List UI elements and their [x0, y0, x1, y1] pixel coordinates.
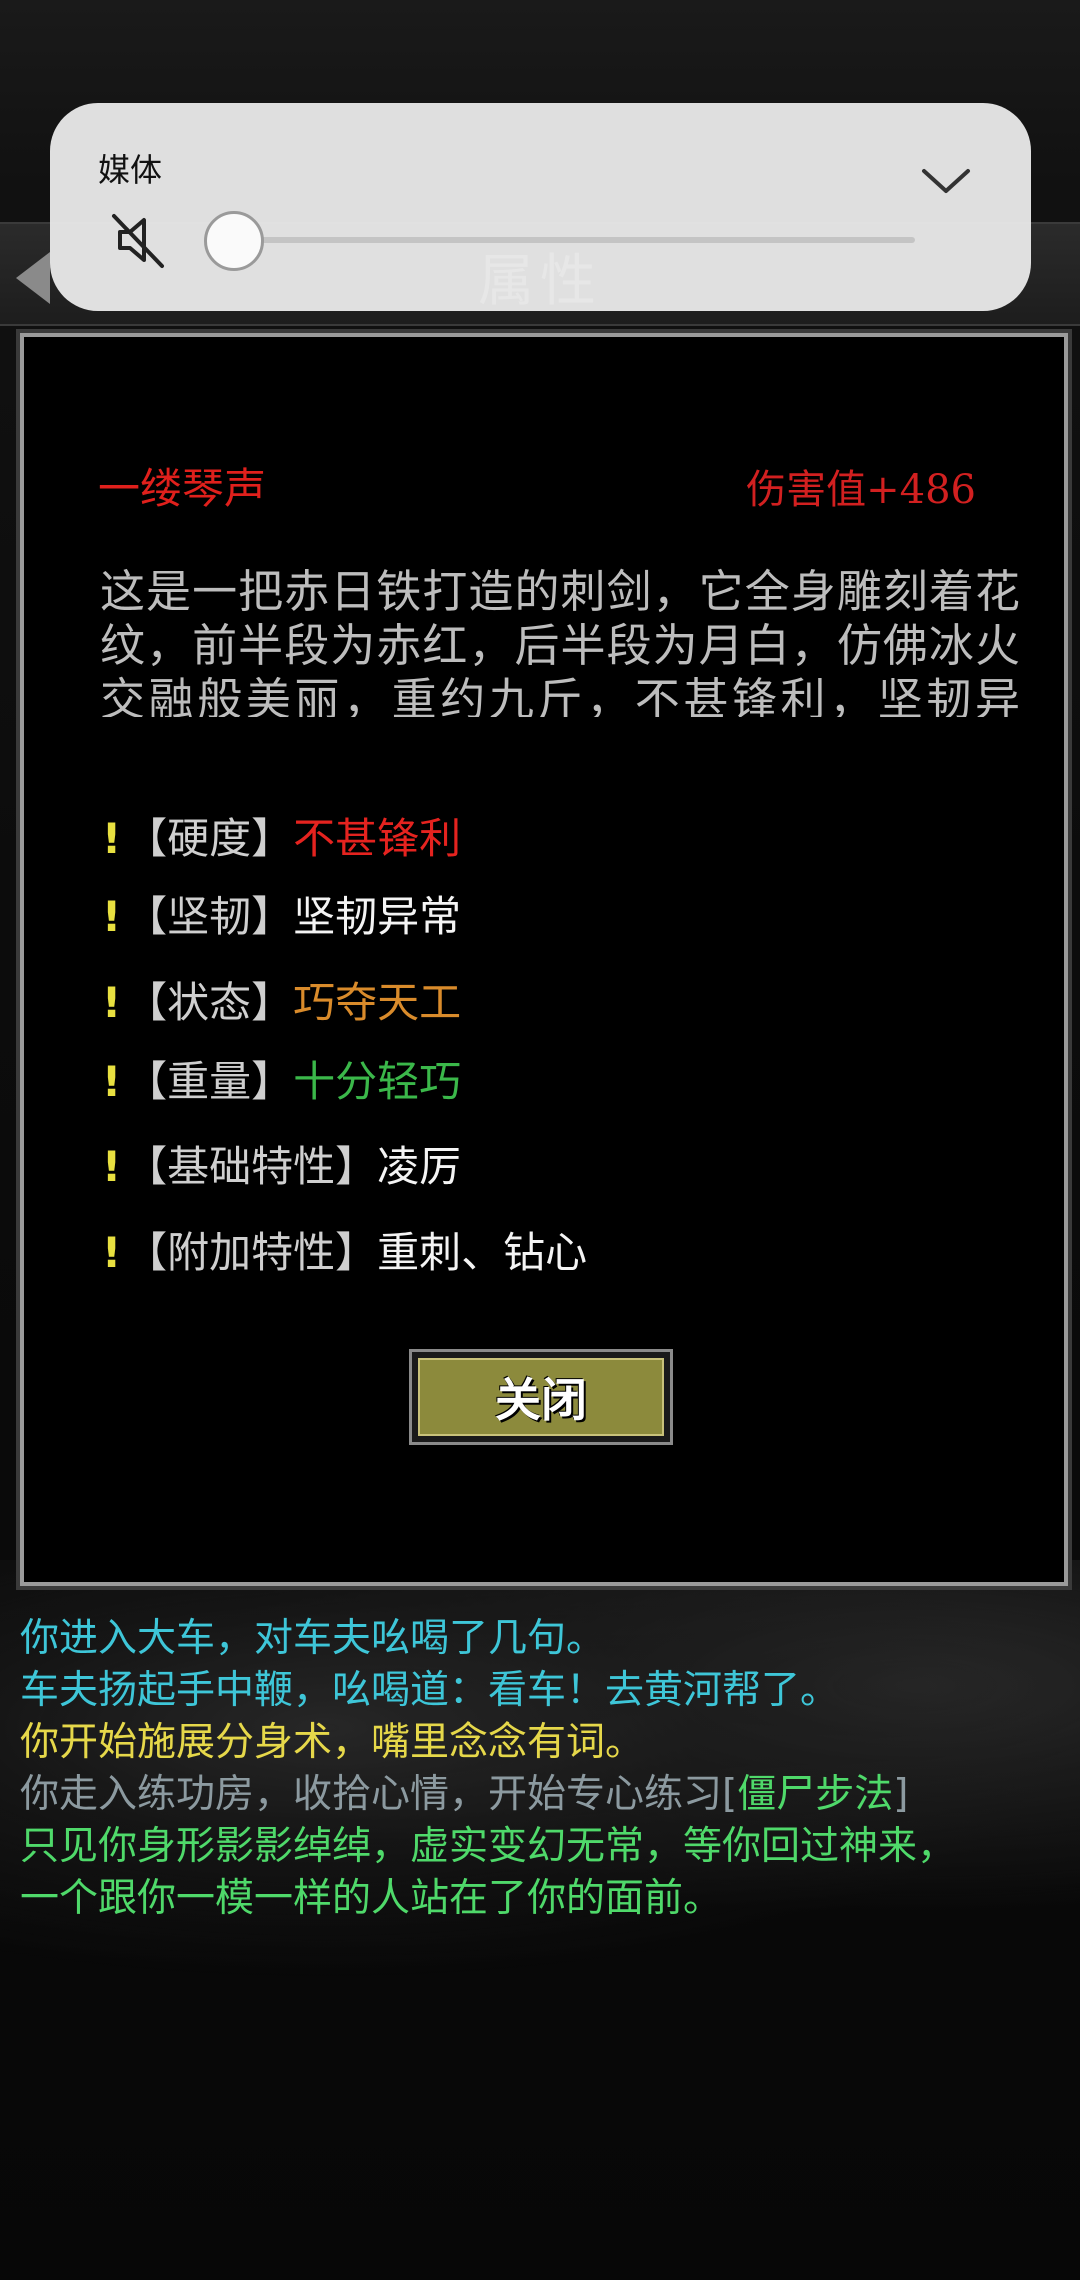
attribute-row: !【状态】巧夺天工: [102, 969, 461, 1029]
volume-slider-track[interactable]: [235, 237, 915, 243]
warning-mark-icon: !: [102, 1228, 122, 1277]
attribute-key: 【硬度】: [125, 814, 294, 863]
attribute-key: 【状态】: [125, 978, 294, 1027]
attribute-key: 【附加特性】: [125, 1228, 378, 1277]
skill-name: 僵尸步法: [737, 1772, 894, 1817]
item-detail-dialog: 一缕琴声 伤害值+486 这是一把赤日铁打造的刺剑，它全身雕刻着花纹，前半段为赤…: [16, 329, 1072, 1590]
item-description-box[interactable]: 这是一把赤日铁打造的刺剑，它全身雕刻着花纹，前半段为赤红，后半段为月白，仿佛冰火…: [100, 565, 1020, 717]
media-volume-panel: 媒体: [50, 103, 1031, 311]
attribute-value: 十分轻巧: [293, 1057, 462, 1106]
log-text: 你走入练功房，收拾心情，开始专心练习[: [20, 1772, 738, 1817]
attribute-value: 巧夺天工: [293, 978, 462, 1027]
attribute-key: 【坚韧】: [125, 892, 294, 941]
warning-mark-icon: !: [102, 978, 122, 1027]
log-line: 一个跟你一模一样的人站在了你的面前。: [20, 1876, 723, 1921]
attribute-row: !【坚韧】坚韧异常: [102, 883, 461, 943]
log-line: 只见你身形影影绰绰，虚实变幻无常，等你回过神来，: [20, 1824, 957, 1869]
volume-slider-thumb[interactable]: [204, 211, 264, 271]
close-button[interactable]: 关闭: [409, 1349, 673, 1445]
attribute-row: !【硬度】不甚锋利: [102, 805, 461, 865]
attribute-row: !【附加特性】重刺、钻心: [102, 1219, 587, 1279]
attribute-value: 重刺、钻心: [377, 1228, 588, 1277]
chevron-down-icon[interactable]: [918, 153, 974, 209]
warning-mark-icon: !: [102, 1142, 122, 1191]
item-damage: 伤害值+486: [746, 467, 976, 513]
attribute-value: 凌厉: [377, 1142, 462, 1191]
attribute-row: !【基础特性】凌厉: [102, 1133, 461, 1193]
mute-speaker-icon[interactable]: [106, 208, 170, 272]
attribute-value: 坚韧异常: [293, 892, 462, 941]
attribute-key: 【重量】: [125, 1057, 294, 1106]
attribute-value: 不甚锋利: [293, 814, 462, 863]
item-description: 这是一把赤日铁打造的刺剑，它全身雕刻着花纹，前半段为赤红，后半段为月白，仿佛冰火…: [100, 565, 1020, 717]
warning-mark-icon: !: [102, 1057, 122, 1106]
log-line: 车夫扬起手中鞭，吆喝道：看车！去黄河帮了。: [20, 1668, 840, 1713]
log-line: 你开始施展分身术，嘴里念念有词。: [20, 1720, 645, 1765]
warning-mark-icon: !: [102, 814, 122, 863]
message-log: 你进入大车，对车夫吆喝了几句。 车夫扬起手中鞭，吆喝道：看车！去黄河帮了。 你开…: [20, 1613, 1060, 1925]
item-name: 一缕琴声: [98, 465, 267, 512]
log-text: ]: [893, 1772, 909, 1817]
log-line: 你进入大车，对车夫吆喝了几句。: [20, 1616, 606, 1661]
media-label: 媒体: [98, 151, 163, 189]
log-line: 你走入练功房，收拾心情，开始专心练习[僵尸步法]: [20, 1769, 1060, 1821]
attribute-key: 【基础特性】: [125, 1142, 378, 1191]
close-button-label: 关闭: [418, 1358, 664, 1436]
attribute-row: !【重量】十分轻巧: [102, 1048, 461, 1108]
warning-mark-icon: !: [102, 892, 122, 941]
